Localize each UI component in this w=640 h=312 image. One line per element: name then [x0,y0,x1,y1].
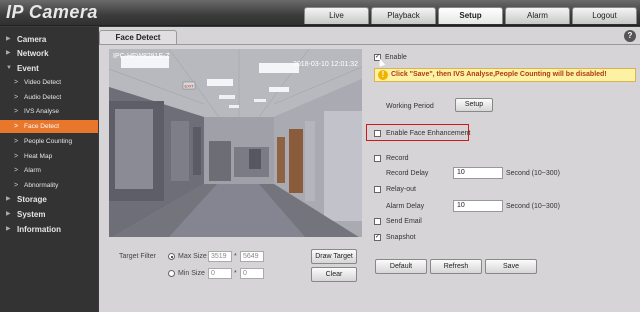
snapshot-label: Snapshot [386,234,416,241]
refresh-button[interactable]: Refresh [430,259,482,274]
sidebar: ▶ Camera ▶ Network ▼ Event > Video Detect > A… [0,27,98,312]
tab-playback[interactable]: Playback [371,7,436,24]
sidebar-item-camera[interactable]: ▶ Camera [0,33,98,46]
face-enhancement-label: Enable Face Enhancement [386,130,471,137]
min-size-radio[interactable] [168,270,175,277]
warning-text: Click "Save", then IVS Analyse,People Co… [391,71,607,78]
alarm-delay-unit: Second (10~300) [506,203,560,210]
chevron-right-icon: > [14,182,19,189]
snapshot-checkbox[interactable]: ✓ [374,234,381,241]
save-button[interactable]: Save [485,259,537,274]
tab-face-detect[interactable]: Face Detect [99,30,177,44]
relay-out-label: Relay-out [386,186,416,193]
exit-sign: EXIT [185,84,194,89]
chevron-right-icon: > [14,153,19,160]
header-bar: IP Camera Live Playback Setup Alarm Logo… [0,0,640,26]
tab-live[interactable]: Live [304,7,369,24]
sidebar-item-alarm[interactable]: > Alarm [0,164,98,177]
chevron-right-icon: > [14,108,19,115]
record-checkbox[interactable] [374,155,381,162]
help-icon[interactable]: ? [624,30,636,42]
send-email-checkbox[interactable] [374,218,381,225]
draw-target-button[interactable]: Draw Target [311,249,357,264]
content-panel: Face Detect ? EXIT IPC-HFW8281E-Z 2018-0… [99,27,640,312]
sidebar-item-ivs-analyse[interactable]: > IVS Analyse [0,105,98,118]
sidebar-item-heat-map[interactable]: > Heat Map [0,150,98,163]
working-period-setup-button[interactable]: Setup [455,98,493,112]
record-delay-unit: Second (10~300) [506,170,560,177]
max-width-input[interactable]: 3519 [208,251,232,262]
warning-banner: ! Click "Save", then IVS Analyse,People … [374,68,636,82]
sidebar-item-abnormality[interactable]: > Abnormality [0,179,98,192]
tab-divider [99,44,640,45]
max-size-label: Max Size [178,253,207,260]
chevron-right-icon: > [14,94,19,101]
tab-alarm[interactable]: Alarm [505,7,570,24]
min-size-label: Min Size [178,270,205,277]
office-corridor-image: EXIT IPC-HFW8281E-Z 2018-03-10 12:01:32 [109,49,362,237]
alarm-delay-label: Alarm Delay [386,203,425,210]
chevron-right-icon: ▶ [6,196,11,202]
record-delay-input[interactable]: 10 [453,167,503,179]
send-email-label: Send Email [386,218,422,225]
chevron-right-icon: > [14,138,19,145]
chevron-right-icon: ▶ [6,211,11,217]
working-period-label: Working Period [386,103,434,110]
chevron-right-icon: ▶ [6,50,11,56]
record-delay-label: Record Delay [386,170,429,177]
relay-out-checkbox[interactable] [374,186,381,193]
min-width-input[interactable]: 0 [208,268,232,279]
chevron-right-icon: > [14,167,19,174]
app-logo: IP Camera [6,2,98,22]
max-height-input[interactable]: 5649 [240,251,264,262]
alarm-delay-input[interactable]: 10 [453,200,503,212]
timestamp-osd: 2018-03-10 12:01:32 [293,61,358,68]
video-preview[interactable]: EXIT IPC-HFW8281E-Z 2018-03-10 12:01:32 [109,49,362,237]
chevron-right-icon: > [14,123,19,130]
sidebar-item-audio-detect[interactable]: > Audio Detect [0,91,98,104]
camera-name-osd: IPC-HFW8281E-Z [113,53,171,60]
face-enhancement-checkbox[interactable] [374,130,381,137]
sidebar-item-system[interactable]: ▶ System [0,208,98,221]
clear-button[interactable]: Clear [311,267,357,282]
enable-label: Enable [385,54,407,61]
sidebar-item-storage[interactable]: ▶ Storage [0,193,98,206]
tab-setup[interactable]: Setup [438,7,503,24]
target-filter-label: Target Filter [119,253,156,260]
sidebar-item-people-counting[interactable]: > People Counting [0,135,98,148]
chevron-down-icon: ▼ [6,65,12,71]
sidebar-item-network[interactable]: ▶ Network [0,47,98,60]
size-separator: * [234,253,237,260]
sidebar-item-information[interactable]: ▶ Information [0,223,98,236]
chevron-right-icon: ▶ [6,36,11,42]
sidebar-item-event[interactable]: ▼ Event [0,62,98,75]
sidebar-item-face-detect[interactable]: > Face Detect [0,120,98,133]
sidebar-item-video-detect[interactable]: > Video Detect [0,76,98,89]
chevron-right-icon: > [14,79,19,86]
default-button[interactable]: Default [375,259,427,274]
warning-icon: ! [378,70,388,80]
max-size-radio[interactable] [168,253,175,260]
chevron-right-icon: ▶ [6,226,11,232]
tab-logout[interactable]: Logout [572,7,637,24]
mouse-cursor-icon [376,57,386,67]
top-nav: Live Playback Setup Alarm Logout [304,7,637,25]
record-label: Record [386,155,409,162]
size-separator: * [234,270,237,277]
min-height-input[interactable]: 0 [240,268,264,279]
